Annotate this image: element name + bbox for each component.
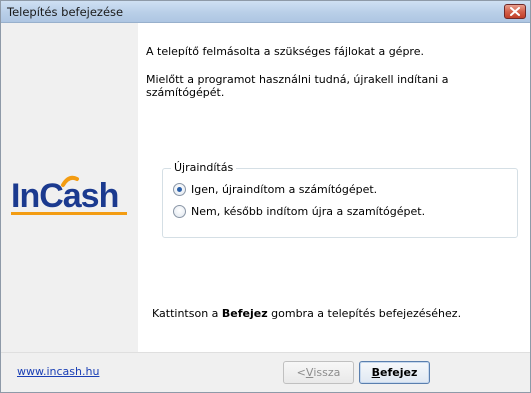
info-text-restart: Mielőtt a programot használni tudná, újr… <box>146 73 449 99</box>
incash-logo: InCash <box>11 175 127 215</box>
back-button-accel: V <box>305 366 314 379</box>
content-panel: A telepítő felmásolta a szükséges fájlok… <box>138 23 530 352</box>
restart-groupbox: Újraindítás Igen, újraindítom a számítóg… <box>162 161 518 238</box>
left-panel: InCash <box>1 23 138 352</box>
radio-restart-now-label: Igen, újraindítom a számítógépet. <box>191 183 378 196</box>
radio-button-unchecked[interactable] <box>173 205 186 218</box>
radio-restart-later[interactable]: Nem, később indítom újra a szamítógépet. <box>173 205 425 218</box>
close-button[interactable] <box>504 4 526 19</box>
title-bar: Telepítés befejezése <box>1 1 530 23</box>
installer-window: Telepítés befejezése InCash A telepítő f… <box>0 0 531 393</box>
radio-restart-now[interactable]: Igen, újraindítom a számítógépet. <box>173 183 377 196</box>
info-text-copied: A telepítő felmásolta a szükséges fájlok… <box>146 45 424 58</box>
radio-button-checked[interactable] <box>173 183 186 196</box>
finish-note-suffix: gombra a telepítés befejezéséhez. <box>267 307 462 320</box>
back-button-rest: issza <box>313 366 341 379</box>
window-title: Telepítés befejezése <box>7 5 124 19</box>
finish-button-rest: efejez <box>380 366 418 379</box>
finish-note-prefix: Kattintson a <box>152 307 222 320</box>
close-icon <box>510 7 520 16</box>
logo-underline <box>11 212 127 215</box>
finish-note-bold: Befejez <box>221 307 268 320</box>
finish-button[interactable]: Befejez <box>359 361 430 384</box>
finish-instruction: Kattintson a Befejez gombra a telepítés … <box>152 307 461 320</box>
button-bar: www.incash.hu < Vissza Befejez <box>1 352 530 392</box>
back-button[interactable]: < Vissza <box>283 361 354 384</box>
restart-group-legend: Újraindítás <box>171 161 237 174</box>
radio-restart-later-label: Nem, később indítom újra a szamítógépet. <box>191 205 426 218</box>
back-button-prefix: < <box>296 366 306 379</box>
website-link[interactable]: www.incash.hu <box>17 365 99 378</box>
finish-button-accel: B <box>371 366 381 379</box>
